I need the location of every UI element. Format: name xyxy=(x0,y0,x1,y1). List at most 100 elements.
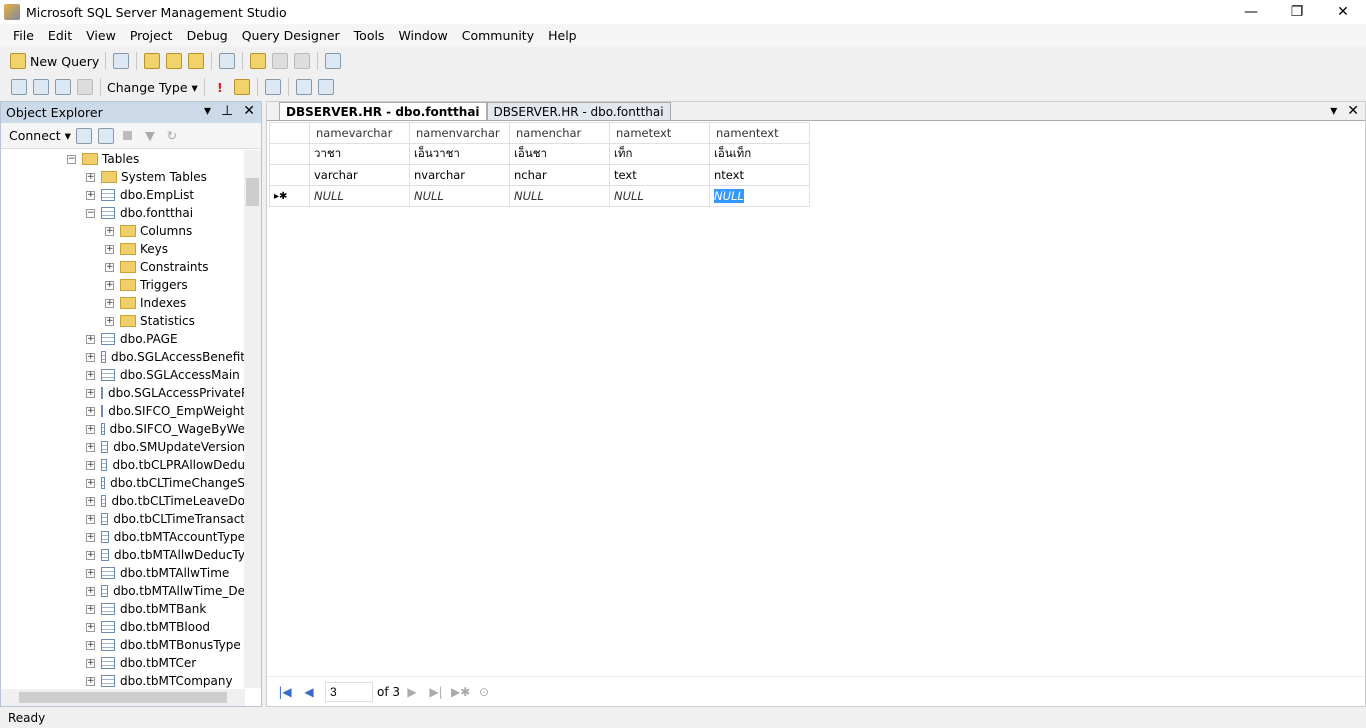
mdx-query-button[interactable] xyxy=(143,51,161,71)
group-by-button[interactable] xyxy=(264,77,282,97)
connect-object-button[interactable] xyxy=(75,126,93,146)
tree-node[interactable]: + dbo.EmpList xyxy=(1,186,245,204)
new-query-button[interactable]: New Query xyxy=(10,51,99,71)
show-criteria-pane-button[interactable] xyxy=(32,77,50,97)
expand-icon[interactable]: + xyxy=(86,424,95,434)
tree-node[interactable]: + dbo.tbCLTimeChangeS xyxy=(1,474,245,492)
expand-icon[interactable]: + xyxy=(86,604,95,614)
tab-fontthai[interactable]: DBSERVER.HR - dbo.fontthai xyxy=(486,102,671,120)
stop-button[interactable] xyxy=(119,126,137,146)
tree-vertical-scrollbar[interactable] xyxy=(244,150,261,688)
collapse-icon[interactable]: − xyxy=(86,208,95,218)
tree-node[interactable]: + dbo.tbCLPRAllowDedu xyxy=(1,456,245,474)
row-selector[interactable]: ▸✱ xyxy=(269,185,310,207)
tree-node[interactable]: + dbo.tbCLTimeLeaveDo xyxy=(1,492,245,510)
tree-node[interactable]: + Constraints xyxy=(1,258,245,276)
new-record-button[interactable]: ▶✱ xyxy=(451,685,470,699)
menu-project[interactable]: Project xyxy=(123,28,180,43)
menu-view[interactable]: View xyxy=(79,28,123,43)
tree-node[interactable]: − dbo.fontthai xyxy=(1,204,245,222)
grid-cell[interactable]: text xyxy=(609,164,710,186)
last-record-button[interactable]: ▶| xyxy=(427,685,445,699)
column-header[interactable]: nametext xyxy=(609,122,710,144)
menu-help[interactable]: Help xyxy=(541,28,584,43)
column-header[interactable]: namenchar xyxy=(509,122,610,144)
grid-cell[interactable]: NULL xyxy=(609,185,710,207)
refresh-button[interactable]: ↻ xyxy=(163,126,181,146)
show-sql-pane-button[interactable] xyxy=(54,77,72,97)
menu-debug[interactable]: Debug xyxy=(180,28,235,43)
expand-icon[interactable]: + xyxy=(86,442,95,452)
expand-icon[interactable]: + xyxy=(86,370,95,380)
restore-button[interactable]: ❐ xyxy=(1274,0,1320,24)
grid-cell[interactable]: NULL xyxy=(709,185,810,207)
tree-node[interactable]: + Keys xyxy=(1,240,245,258)
tree-node[interactable]: + dbo.tbMTBank xyxy=(1,600,245,618)
tree-node[interactable]: + dbo.tbMTAllwTime_De xyxy=(1,582,245,600)
row-selector-header[interactable] xyxy=(269,122,310,144)
show-diagram-pane-button[interactable] xyxy=(10,77,28,97)
grid-cell[interactable]: เอ็นวาชา xyxy=(409,143,510,165)
tree-node[interactable]: − Tables xyxy=(1,150,245,168)
tree-node[interactable]: + dbo.tbMTBonusType xyxy=(1,636,245,654)
expand-icon[interactable]: + xyxy=(86,478,95,488)
first-record-button[interactable]: |◀ xyxy=(276,685,294,699)
expand-icon[interactable]: + xyxy=(105,226,114,236)
expand-icon[interactable]: + xyxy=(86,460,95,470)
row-selector[interactable] xyxy=(269,143,310,165)
print-button[interactable] xyxy=(293,51,311,71)
previous-record-button[interactable]: ◀ xyxy=(300,685,318,699)
menu-query-designer[interactable]: Query Designer xyxy=(235,28,347,43)
expand-icon[interactable]: + xyxy=(86,388,95,398)
expand-icon[interactable]: + xyxy=(86,496,95,506)
filter-button[interactable]: ▼ xyxy=(141,126,159,146)
tree-node[interactable]: + Columns xyxy=(1,222,245,240)
grid-cell[interactable]: nvarchar xyxy=(409,164,510,186)
tree-node[interactable]: + System Tables xyxy=(1,168,245,186)
tree-node[interactable]: + dbo.tbMTCer xyxy=(1,654,245,672)
column-header[interactable]: namevarchar xyxy=(309,122,410,144)
expand-icon[interactable]: + xyxy=(86,640,95,650)
row-selector[interactable] xyxy=(269,164,310,186)
expand-icon[interactable]: + xyxy=(86,622,95,632)
tree-node[interactable]: + dbo.SGLAccessPrivateR xyxy=(1,384,245,402)
show-results-pane-button[interactable] xyxy=(76,77,94,97)
tree-node[interactable]: + dbo.tbMTAccountType xyxy=(1,528,245,546)
tree-node[interactable]: + Statistics xyxy=(1,312,245,330)
grid-cell[interactable]: วาชา xyxy=(309,143,410,165)
tree-node[interactable]: + dbo.SGLAccessMain xyxy=(1,366,245,384)
column-header[interactable]: namentext xyxy=(709,122,810,144)
tree-node[interactable]: + dbo.tbMTCompany xyxy=(1,672,245,688)
grid-cell[interactable]: เอ็นชา xyxy=(509,143,610,165)
menu-tools[interactable]: Tools xyxy=(347,28,392,43)
tree-node[interactable]: + dbo.SIFCO_EmpWeight xyxy=(1,402,245,420)
new-project-button[interactable] xyxy=(218,51,236,71)
grid-cell[interactable]: varchar xyxy=(309,164,410,186)
column-header[interactable]: namenvarchar xyxy=(409,122,510,144)
dmx-query-button[interactable] xyxy=(165,51,183,71)
collapse-icon[interactable]: − xyxy=(67,154,76,164)
connect-button[interactable]: Connect ▾ xyxy=(9,126,71,146)
grid-cell[interactable]: NULL xyxy=(409,185,510,207)
expand-icon[interactable]: + xyxy=(86,172,95,182)
next-record-button[interactable]: ▶ xyxy=(403,685,421,699)
expand-icon[interactable]: + xyxy=(105,316,114,326)
tree-node[interactable]: + Triggers xyxy=(1,276,245,294)
tab-fontthai-active[interactable]: DBSERVER.HR - dbo.fontthai xyxy=(279,102,487,120)
expand-icon[interactable]: + xyxy=(86,334,95,344)
tree-node[interactable]: + dbo.tbMTBlood xyxy=(1,618,245,636)
tree-node[interactable]: + dbo.SIFCO_WageByWe xyxy=(1,420,245,438)
tree-horizontal-scrollbar[interactable] xyxy=(1,689,245,706)
tab-list-icon[interactable]: ▾ xyxy=(1330,103,1337,119)
expand-icon[interactable]: + xyxy=(105,298,114,308)
expand-icon[interactable]: + xyxy=(86,550,95,560)
close-tab-icon[interactable]: ✕ xyxy=(1347,103,1359,119)
minimize-button[interactable]: — xyxy=(1228,0,1274,24)
add-derived-table-button[interactable] xyxy=(317,77,335,97)
expand-icon[interactable]: + xyxy=(105,280,114,290)
expand-icon[interactable]: + xyxy=(86,190,95,200)
grid-cell[interactable]: ntext xyxy=(709,164,810,186)
dropdown-icon[interactable]: ▾ xyxy=(204,103,211,119)
tree-node[interactable]: + Indexes xyxy=(1,294,245,312)
expand-icon[interactable]: + xyxy=(105,244,114,254)
